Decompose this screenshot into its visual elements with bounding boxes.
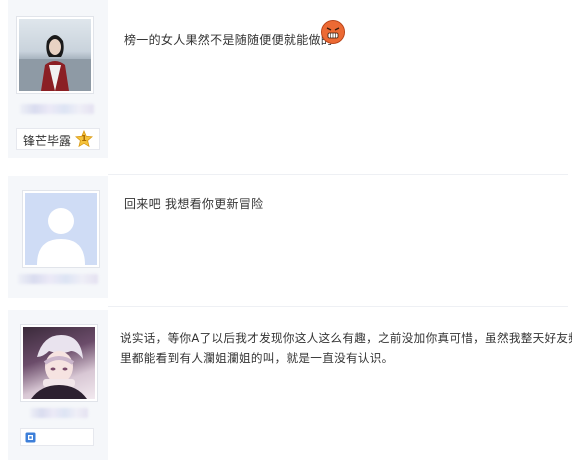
divider xyxy=(108,174,568,175)
reply-post-1: 锋芒毕露 1 榜一的女人果然不是随随便便就能做的 xyxy=(0,0,572,168)
default-avatar-image xyxy=(25,193,97,265)
post-content: 榜一的女人果然不是随随便便就能做的 xyxy=(124,33,334,47)
user-title-badge[interactable]: 锋芒毕露 1 xyxy=(16,128,100,150)
default-user-icon xyxy=(37,208,85,265)
reply-post-3: 说实话，等你A了以后我才发现你这人这么有趣，之前没加你真可惜，虽然我整天好友频道… xyxy=(0,310,572,468)
username-blurred[interactable] xyxy=(30,408,88,418)
star-level-number: 1 xyxy=(81,134,87,143)
angry-face-emoji-icon xyxy=(321,20,345,44)
author-panel xyxy=(8,176,108,298)
star-level-icon: 1 xyxy=(75,129,93,148)
avatar[interactable] xyxy=(20,324,98,402)
username-blurred[interactable] xyxy=(18,274,98,284)
avatar-image xyxy=(23,327,95,399)
post-content: 说实话，等你A了以后我才发现你这人这么有趣，之前没加你真可惜，虽然我整天好友频道… xyxy=(120,328,572,368)
author-panel xyxy=(8,310,108,460)
avatar-image xyxy=(19,19,91,91)
divider xyxy=(108,306,568,307)
username-blurred[interactable] xyxy=(20,104,94,114)
badge-label: 锋芒毕露 xyxy=(23,134,72,148)
person-photo-icon xyxy=(19,35,91,91)
badge-icon xyxy=(25,432,36,443)
avatar[interactable] xyxy=(16,16,94,94)
post-content-line: 里都能看到有人瀾姐瀾姐的叫，就是一直没有认识。 xyxy=(120,351,394,365)
reply-post-2: 回来吧 我想看你更新冒险 xyxy=(0,176,572,300)
user-badge[interactable] xyxy=(20,428,94,446)
anime-character-icon xyxy=(31,335,87,399)
post-content-line: 说实话，等你A了以后我才发现你这人这么有趣，之前没加你真可惜，虽然我整天好友频道 xyxy=(120,331,572,345)
avatar[interactable] xyxy=(22,190,100,268)
author-panel: 锋芒毕露 1 xyxy=(8,0,108,158)
post-content: 回来吧 我想看你更新冒险 xyxy=(124,197,264,211)
